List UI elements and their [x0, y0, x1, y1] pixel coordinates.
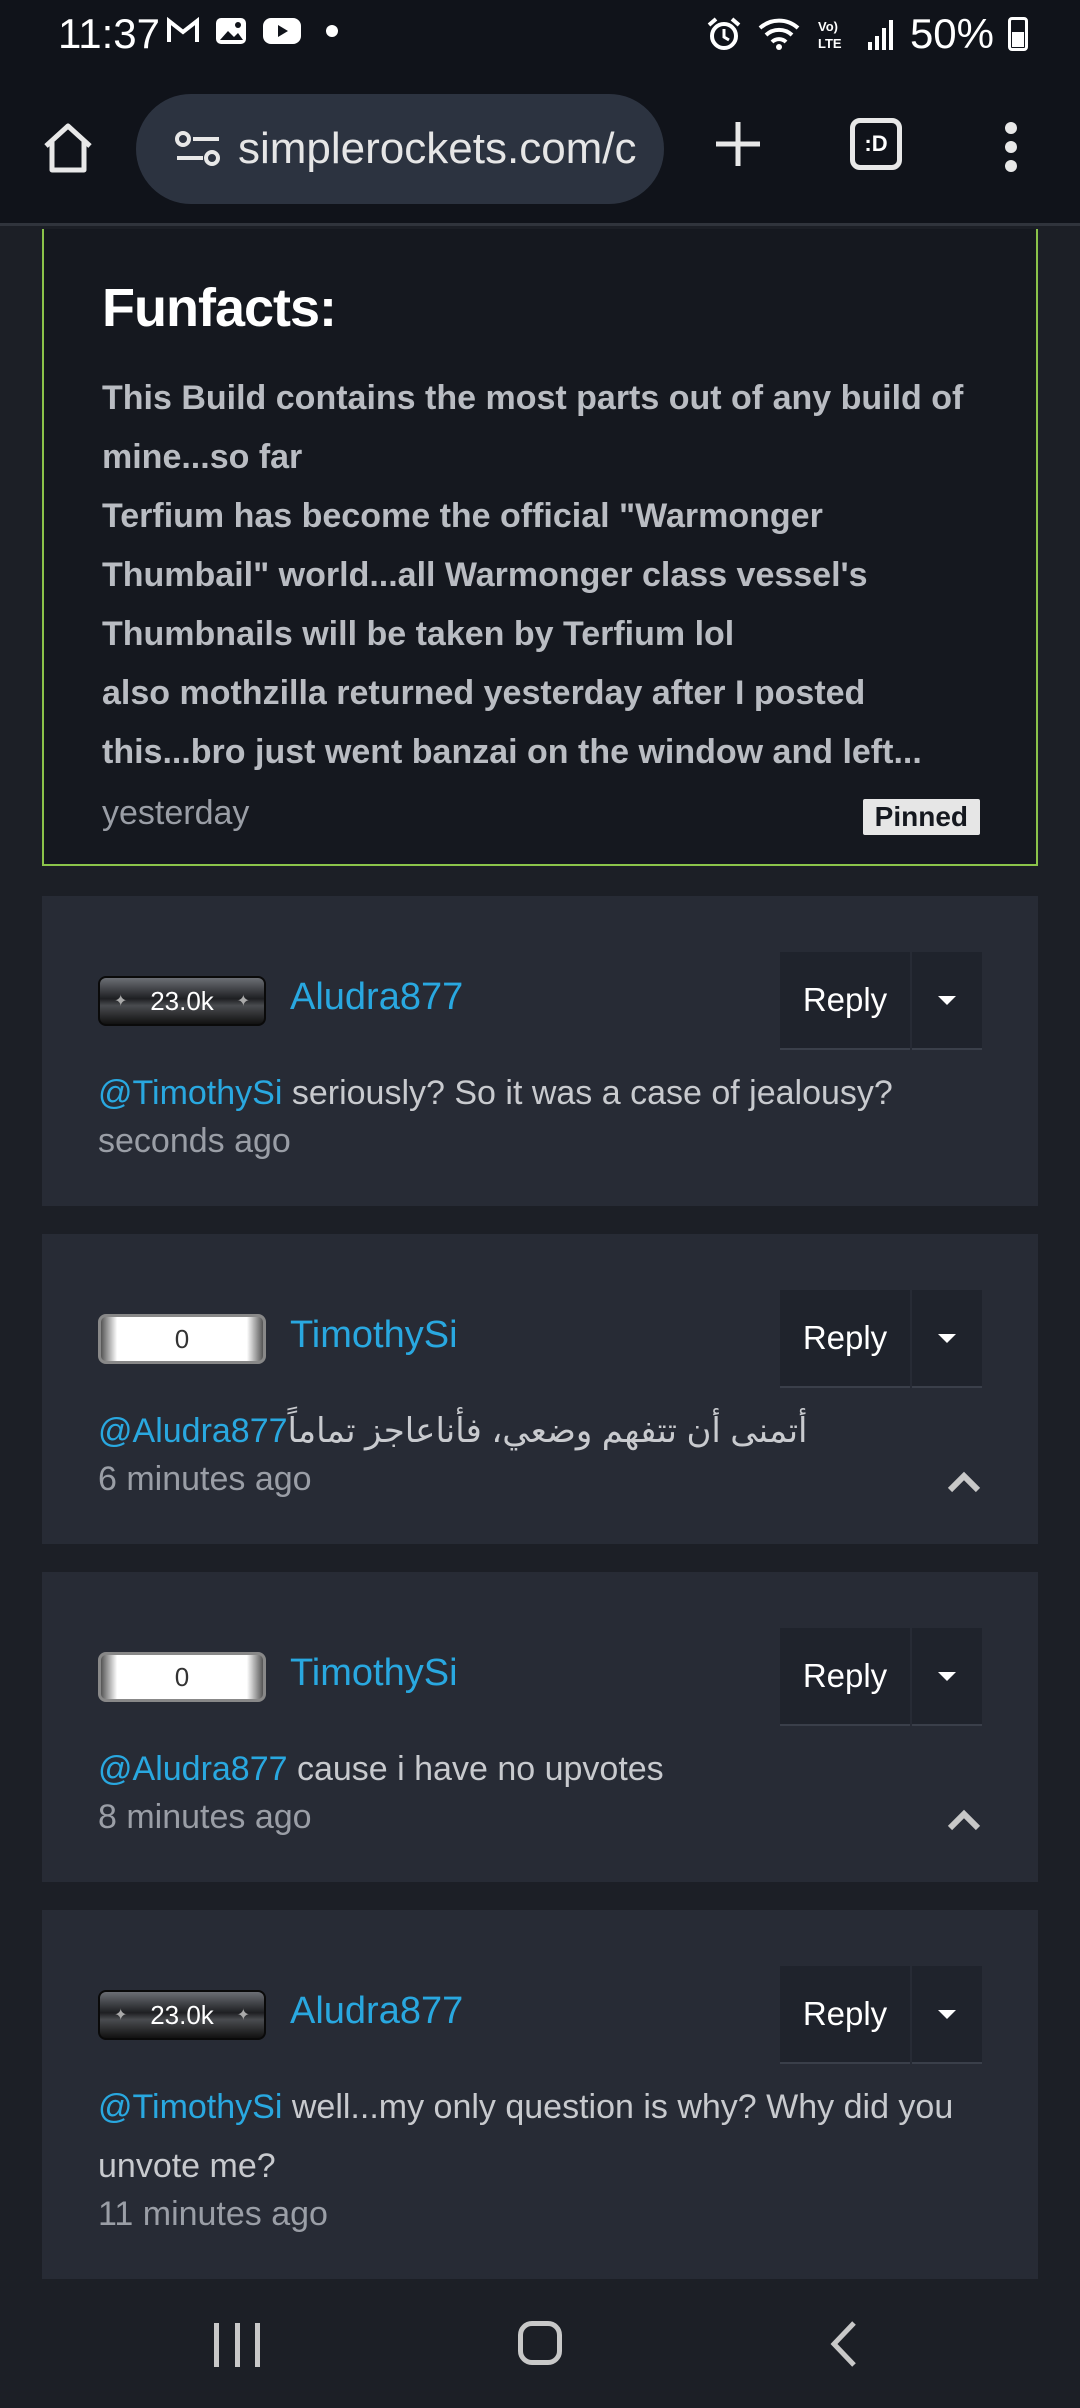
comment-body: cause i have no upvotes: [287, 1750, 664, 1788]
svg-text:LTE: LTE: [818, 36, 842, 51]
reply-dropdown-button[interactable]: [912, 1966, 982, 2064]
home-icon[interactable]: [40, 120, 96, 176]
caret-down-icon: [938, 995, 956, 1005]
pinned-time: yesterday: [102, 794, 250, 832]
comment-body-continued: unvote me?: [98, 2147, 276, 2185]
reply-dropdown-button[interactable]: [912, 952, 982, 1050]
reply-button[interactable]: Reply: [780, 1628, 910, 1726]
pinned-line: this...bro just went banzai on the windo…: [102, 733, 922, 771]
reputation-badge: 0: [98, 1314, 266, 1364]
pinned-line: This Build contains the most parts out o…: [102, 379, 964, 417]
pinned-heading: Funfacts:: [102, 278, 337, 338]
reply-button-group: Reply: [780, 1628, 982, 1726]
reply-button[interactable]: Reply: [780, 1966, 910, 2064]
reputation-badge: 23.0k: [98, 976, 266, 1026]
comment-card: 23.0k Aludra877 Reply @TimothySi well...…: [42, 1910, 1038, 2279]
svg-text:Vo): Vo): [818, 19, 838, 34]
caret-down-icon: [938, 1333, 956, 1343]
new-tab-icon[interactable]: [710, 116, 766, 172]
browser-toolbar: simplerockets.com/c :D: [0, 70, 1080, 226]
reply-button[interactable]: Reply: [780, 1290, 910, 1388]
mention-link[interactable]: @Aludra877: [98, 1750, 288, 1788]
mention-link[interactable]: @TimothySi: [98, 1074, 282, 1112]
pinned-body: This Build contains the most parts out o…: [102, 369, 1002, 782]
reply-dropdown-button[interactable]: [912, 1290, 982, 1388]
reply-button-group: Reply: [780, 1966, 982, 2064]
comment-card: 0 TimothySi Reply @Aludra877 cause i hav…: [42, 1572, 1038, 1882]
comment-author-link[interactable]: Aludra877: [290, 976, 463, 1019]
caret-down-icon: [938, 2009, 956, 2019]
comment-body: seriously? So it was a case of jealousy?: [282, 1074, 893, 1112]
pinned-line: Thumbail" world...all Warmonger class ve…: [102, 556, 868, 594]
caret-down-icon: [938, 1671, 956, 1681]
pinned-line: also mothzilla returned yesterday after …: [102, 674, 866, 712]
more-menu-icon[interactable]: [1000, 122, 1022, 172]
comment-body: well...my only question is why? Why did …: [282, 2088, 954, 2126]
back-icon[interactable]: [824, 2319, 864, 2369]
url-text: simplerockets.com/c: [238, 124, 637, 173]
comment-time: 11 minutes ago: [98, 2195, 328, 2233]
battery-icon: [1008, 17, 1028, 51]
address-bar[interactable]: simplerockets.com/c: [136, 94, 664, 204]
gallery-icon: [216, 18, 246, 44]
comment-time: 6 minutes ago: [98, 1460, 312, 1498]
signal-icon: [867, 20, 893, 50]
comment-body: أتمنى أن تتفهم وضعي، فأناعاجز تماماً: [287, 1412, 817, 1450]
comment-author-link[interactable]: TimothySi: [290, 1314, 458, 1357]
notification-icons: [166, 16, 338, 46]
reputation-badge: 23.0k: [98, 1990, 266, 2040]
reputation-badge: 0: [98, 1652, 266, 1702]
recent-apps-icon[interactable]: [214, 2323, 260, 2367]
battery-percent: 50%: [909, 10, 994, 57]
comment-text: @TimothySi seriously? So it was a case o…: [98, 1064, 978, 1123]
volte-icon: Vo) LTE: [818, 19, 842, 51]
reply-button-group: Reply: [780, 1290, 982, 1388]
comment-time: seconds ago: [98, 1122, 291, 1160]
mention-link[interactable]: @TimothySi: [98, 2088, 282, 2126]
wifi-icon: [758, 18, 800, 50]
chevron-up-icon[interactable]: [946, 1470, 982, 1494]
pinned-line: Thumbnails will be taken by Terfium lol: [102, 615, 735, 653]
youtube-icon: [263, 18, 301, 44]
pinned-comment: Funfacts: This Build contains the most p…: [42, 229, 1038, 866]
status-bar: 11:37 Vo) LTE 50%: [0, 0, 1080, 70]
navigation-bar: [0, 2279, 1080, 2408]
comment-author-link[interactable]: Aludra877: [290, 1990, 463, 2033]
status-time: 11:37: [58, 10, 160, 57]
comment-author-link[interactable]: TimothySi: [290, 1652, 458, 1695]
reply-dropdown-button[interactable]: [912, 1628, 982, 1726]
dot-icon: [326, 25, 338, 37]
comment-card: 0 TimothySi Reply @Aludra877 أتمنى أن تت…: [42, 1234, 1038, 1544]
pinned-badge: Pinned: [862, 799, 980, 835]
comment-text: @TimothySi well...my only question is wh…: [98, 2078, 978, 2196]
system-icons: Vo) LTE 50%: [706, 10, 1028, 58]
pinned-line: Terfium has become the official "Warmong…: [102, 497, 823, 535]
alarm-icon: [707, 17, 741, 50]
gmail-icon: [167, 16, 199, 42]
reply-button-group: Reply: [780, 952, 982, 1050]
chevron-up-icon[interactable]: [946, 1808, 982, 1832]
pinned-line: mine...so far: [102, 438, 303, 476]
comment-text: @Aludra877 أتمنى أن تتفهم وضعي، فأناعاجز…: [98, 1402, 978, 1461]
comment-card: 23.0k Aludra877 Reply @TimothySi serious…: [42, 896, 1038, 1206]
comments-section: Funfacts: This Build contains the most p…: [0, 229, 1080, 2279]
home-button-icon[interactable]: [518, 2321, 562, 2365]
site-settings-icon[interactable]: [174, 129, 222, 169]
comment-text: @Aludra877 cause i have no upvotes: [98, 1740, 978, 1799]
reply-button[interactable]: Reply: [780, 952, 910, 1050]
tab-switcher-button[interactable]: :D: [850, 118, 902, 170]
comment-time: 8 minutes ago: [98, 1798, 312, 1836]
mention-link[interactable]: @Aludra877: [98, 1412, 288, 1450]
